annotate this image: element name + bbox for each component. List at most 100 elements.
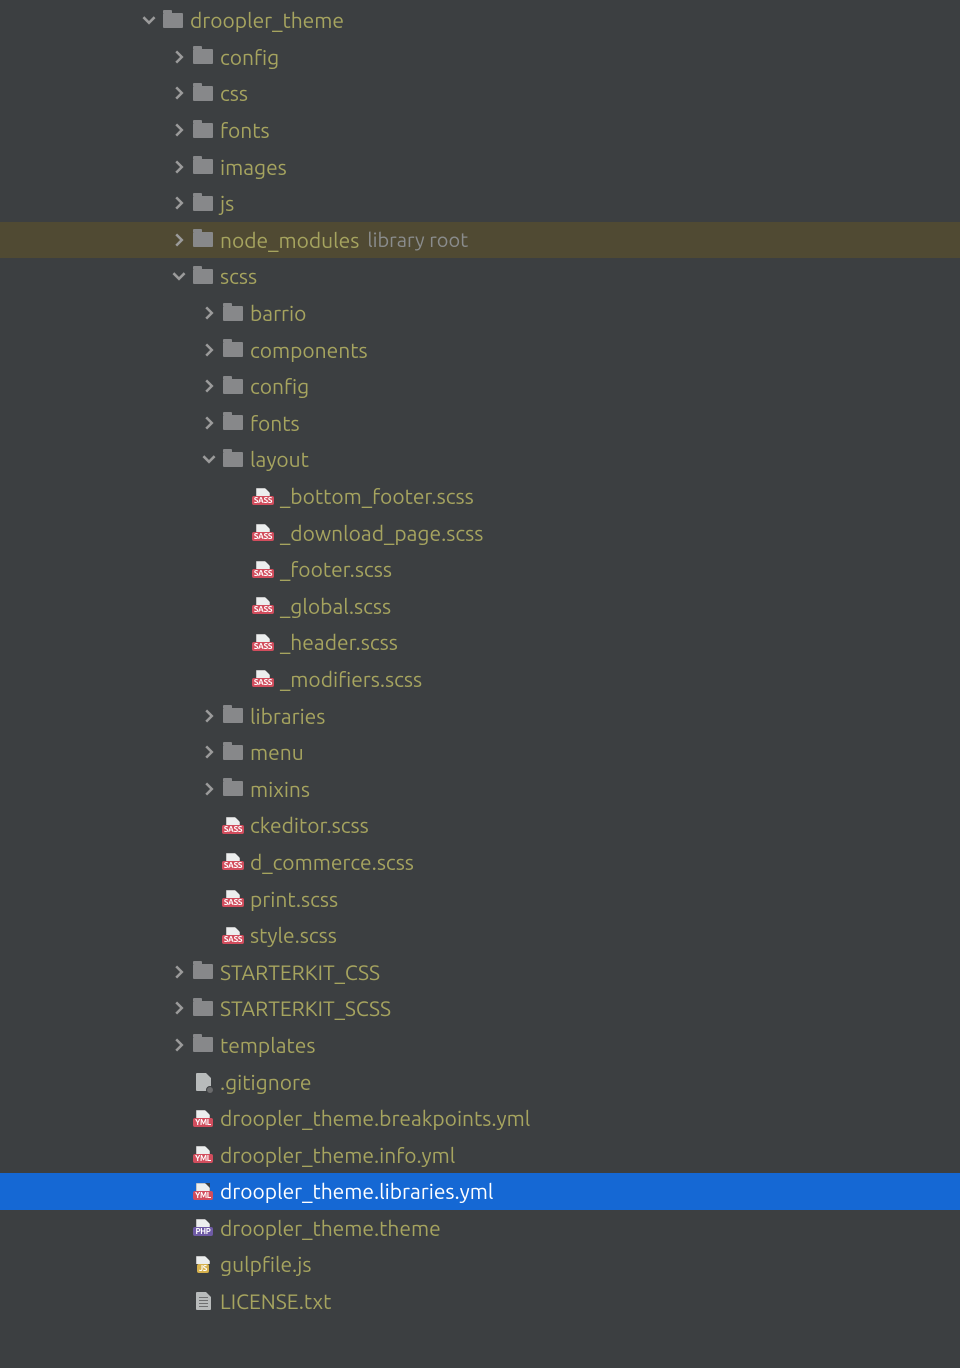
tree-row[interactable]: SASSckeditor.scss xyxy=(0,807,960,844)
folder-icon xyxy=(223,708,243,723)
tree-item-label: _bottom_footer.scss xyxy=(280,484,474,508)
chevron-right-icon[interactable] xyxy=(168,86,190,100)
chevron-right-icon[interactable] xyxy=(168,1038,190,1052)
tree-row[interactable]: SASS _bottom_footer.scss xyxy=(0,478,960,515)
folder-icon xyxy=(223,745,243,760)
sass-file-icon: SASS xyxy=(252,488,274,505)
tree-row[interactable]: JSgulpfile.js xyxy=(0,1246,960,1283)
tree-row[interactable]: SASS _download_page.scss xyxy=(0,514,960,551)
chevron-right-icon[interactable] xyxy=(198,782,220,796)
chevron-right-icon[interactable] xyxy=(198,416,220,430)
chevron-right-icon[interactable] xyxy=(168,160,190,174)
tree-row[interactable]: SASS _header.scss xyxy=(0,624,960,661)
project-tree: droopler_themeconfigcssfontsimagesjsnode… xyxy=(0,0,960,1319)
tree-row[interactable]: components xyxy=(0,331,960,368)
tree-item-label: droopler_theme xyxy=(190,8,344,32)
tree-row[interactable]: YML droopler_theme.breakpoints.yml xyxy=(0,1100,960,1137)
sass-file-icon: SASS xyxy=(252,524,274,541)
tree-row[interactable]: YMLdroopler_theme.libraries.yml xyxy=(0,1173,960,1210)
tree-row[interactable]: config xyxy=(0,39,960,76)
tree-item-label: LICENSE.txt xyxy=(220,1289,331,1313)
tree-item-label: _download_page.scss xyxy=(280,521,483,545)
folder-icon xyxy=(223,342,243,357)
tree-item-label: images xyxy=(220,155,287,179)
chevron-right-icon[interactable] xyxy=(168,196,190,210)
tree-row[interactable]: STARTERKIT_CSS xyxy=(0,953,960,990)
js-file-icon: JS xyxy=(192,1256,214,1273)
sass-file-icon: SASS xyxy=(222,853,244,870)
tree-row[interactable]: SASS_modifiers.scss xyxy=(0,661,960,698)
tree-row[interactable]: scss xyxy=(0,258,960,295)
tree-row[interactable]: barrio xyxy=(0,295,960,332)
tree-item-label: layout xyxy=(250,447,309,471)
tree-row[interactable]: SASSprint.scss xyxy=(0,880,960,917)
tree-row[interactable]: node_modules library root xyxy=(0,222,960,259)
folder-icon xyxy=(193,196,213,211)
tree-item-label: droopler_theme.info.yml xyxy=(220,1143,455,1167)
tree-row[interactable]: fonts xyxy=(0,405,960,442)
yml-file-icon: YML xyxy=(192,1146,214,1163)
chevron-right-icon[interactable] xyxy=(198,745,220,759)
chevron-right-icon[interactable] xyxy=(198,306,220,320)
chevron-down-icon[interactable] xyxy=(168,269,190,283)
yml-file-icon: YML xyxy=(192,1110,214,1127)
tree-item-label: templates xyxy=(220,1033,315,1057)
tree-item-label: droopler_theme.breakpoints.yml xyxy=(220,1106,530,1130)
tree-item-label: config xyxy=(250,374,309,398)
tree-row[interactable]: js xyxy=(0,185,960,222)
chevron-right-icon[interactable] xyxy=(168,123,190,137)
folder-icon xyxy=(193,232,213,247)
chevron-right-icon[interactable] xyxy=(168,1001,190,1015)
tree-row[interactable]: fonts xyxy=(0,112,960,149)
tree-row[interactable]: SASS_footer.scss xyxy=(0,551,960,588)
sass-file-icon: SASS xyxy=(222,890,244,907)
tree-row[interactable]: layout xyxy=(0,441,960,478)
tree-item-label: config xyxy=(220,45,279,69)
tree-row[interactable]: .gitignore xyxy=(0,1063,960,1100)
chevron-right-icon[interactable] xyxy=(168,965,190,979)
tree-row[interactable]: droopler_theme xyxy=(0,2,960,39)
tree-row[interactable]: STARTERKIT_SCSS xyxy=(0,990,960,1027)
tree-item-suffix: library root xyxy=(367,228,468,251)
folder-icon xyxy=(163,13,183,28)
tree-row[interactable]: SASSstyle.scss xyxy=(0,917,960,954)
chevron-down-icon[interactable] xyxy=(198,452,220,466)
folder-icon xyxy=(223,415,243,430)
tree-row[interactable]: css xyxy=(0,75,960,112)
tree-row[interactable]: YML droopler_theme.info.yml xyxy=(0,1136,960,1173)
tree-row[interactable]: images xyxy=(0,148,960,185)
folder-icon xyxy=(223,306,243,321)
sass-file-icon: SASS xyxy=(222,927,244,944)
chevron-right-icon[interactable] xyxy=(198,379,220,393)
tree-item-label: _global.scss xyxy=(280,594,391,618)
chevron-right-icon[interactable] xyxy=(168,50,190,64)
sass-file-icon: SASS xyxy=(252,634,274,651)
tree-item-label: STARTERKIT_SCSS xyxy=(220,996,391,1020)
sass-file-icon: SASS xyxy=(252,597,274,614)
yml-file-icon: YML xyxy=(192,1183,214,1200)
tree-row[interactable]: menu xyxy=(0,734,960,771)
tree-row[interactable]: PHPdroopler_theme.theme xyxy=(0,1210,960,1247)
tree-item-label: _header.scss xyxy=(280,630,398,654)
tree-item-label: fonts xyxy=(220,118,270,142)
tree-item-label: droopler_theme.theme xyxy=(220,1216,441,1240)
tree-row[interactable]: libraries xyxy=(0,697,960,734)
file-icon xyxy=(196,1292,211,1310)
chevron-right-icon[interactable] xyxy=(198,343,220,357)
tree-item-label: libraries xyxy=(250,704,325,728)
tree-item-label: node_modules xyxy=(220,228,359,252)
chevron-right-icon[interactable] xyxy=(198,709,220,723)
tree-item-label: mixins xyxy=(250,777,310,801)
folder-icon xyxy=(193,1037,213,1052)
tree-row[interactable]: LICENSE.txt xyxy=(0,1283,960,1320)
chevron-down-icon[interactable] xyxy=(138,13,160,27)
tree-row[interactable]: SASS _global.scss xyxy=(0,588,960,625)
tree-row[interactable]: config xyxy=(0,368,960,405)
tree-row[interactable]: mixins xyxy=(0,770,960,807)
folder-icon xyxy=(193,159,213,174)
tree-row[interactable]: SASSd_commerce.scss xyxy=(0,844,960,881)
folder-icon xyxy=(193,1001,213,1016)
chevron-right-icon[interactable] xyxy=(168,233,190,247)
tree-row[interactable]: templates xyxy=(0,1027,960,1064)
tree-item-label: _footer.scss xyxy=(280,557,392,581)
